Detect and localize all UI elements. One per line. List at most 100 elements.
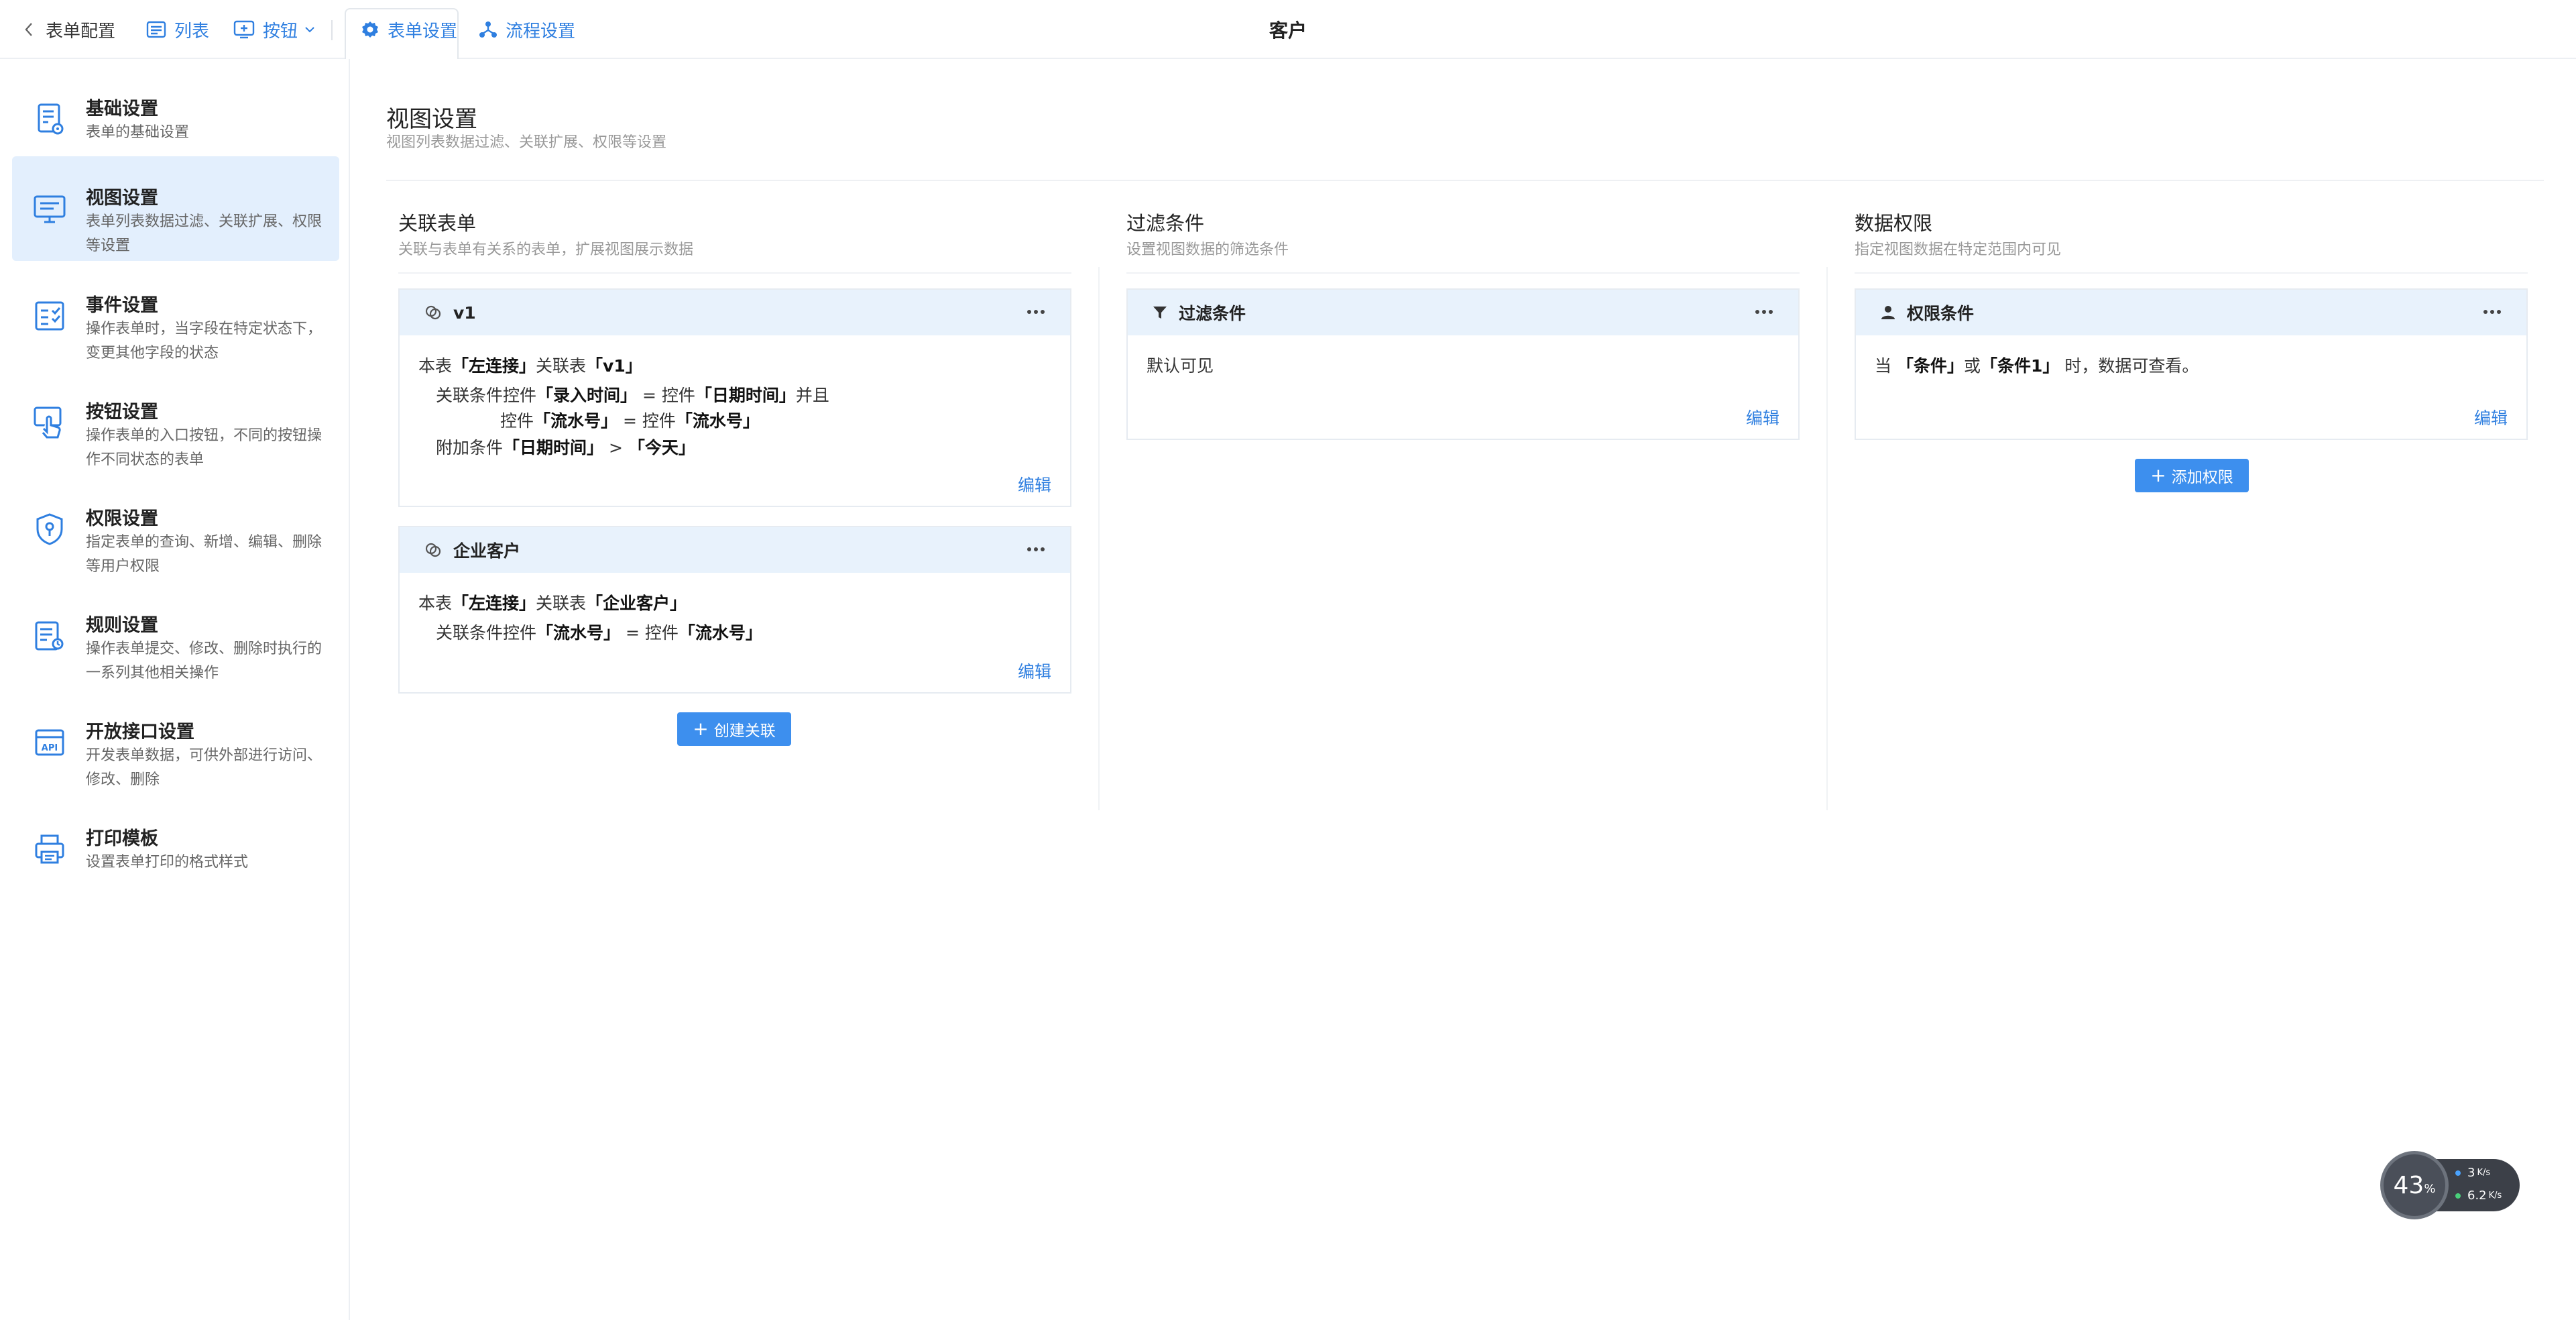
sidebar-item-desc: 指定表单的查询、新增、编辑、删除等用户权限: [86, 534, 323, 575]
more-icon[interactable]: [1024, 302, 1047, 322]
upload-value: 3: [2467, 1166, 2475, 1180]
download-value: 6.2: [2467, 1189, 2487, 1203]
permission-rule-text: 当 「条件」或「条件1」 时，数据可查看。: [1875, 353, 2199, 377]
filter-icon: [1152, 305, 1168, 321]
section-divider: [1126, 272, 1800, 274]
settings-sidebar: 基础设置 表单的基础设置 视图设置 表单列表数据过滤、关联扩展、权限等设置 事件…: [0, 59, 350, 1320]
text: >: [603, 438, 628, 457]
page-title: 视图设置: [386, 106, 477, 133]
relation-card-title: 企业客户: [453, 541, 521, 561]
top-bar: 表单配置 列表 按钮 表单设置 流程设置 客户: [0, 0, 2576, 59]
relation-card-title: v1: [453, 302, 476, 323]
sidebar-item-print-template[interactable]: 打印模板 设置表单打印的格式样式: [12, 797, 339, 901]
sidebar-item-permission[interactable]: 权限设置 指定表单的查询、新增、编辑、删除等用户权限: [12, 477, 339, 582]
rule-icon: [31, 617, 68, 655]
sidebar-item-open-api[interactable]: API 开放接口设置 开发表单数据，可供外部进行访问、修改、删除: [12, 690, 339, 795]
more-icon[interactable]: [1024, 539, 1047, 559]
upload-unit: K/s: [2477, 1168, 2491, 1178]
sidebar-item-title: 按钮设置: [86, 402, 158, 423]
sidebar-item-desc: 设置表单打印的格式样式: [86, 854, 249, 871]
bold-text: 「流水号」: [675, 411, 760, 431]
sidebar-item-view[interactable]: 视图设置 表单列表数据过滤、关联扩展、权限等设置: [12, 156, 339, 261]
relation-card-header: 企业客户: [400, 527, 1070, 573]
bold-text: 「条件」: [1896, 356, 1964, 376]
usage-percent-unit: %: [2424, 1181, 2436, 1196]
more-icon[interactable]: [2481, 302, 2504, 322]
bold-text: 「流水号」: [536, 623, 621, 643]
relation-card: v1 本表「左连接」关联表「v1」 关联条件控件「录入时间」 = 控件「日期时间…: [398, 288, 1071, 507]
text: 关联条件控件: [436, 386, 537, 405]
network-monitor-widget[interactable]: 3 K/s 6.2 K/s 43%: [2380, 1151, 2520, 1219]
permission-card-header: 权限条件: [1856, 290, 2526, 335]
sidebar-item-title: 基础设置: [86, 99, 158, 119]
bold-text: 「流水号」: [678, 623, 762, 643]
shield-icon: [31, 510, 68, 548]
text: 本表: [418, 594, 453, 613]
link-icon: [424, 541, 443, 559]
permissions-subtitle: 指定视图数据在特定范围内可见: [1855, 241, 2062, 258]
column-divider: [1826, 267, 1828, 810]
api-icon: API: [31, 724, 68, 761]
hand-click-icon: [31, 404, 68, 441]
edit-link[interactable]: 编辑: [1018, 659, 1051, 683]
relation-line: 本表「左连接」关联表「企业客户」: [418, 590, 687, 614]
sidebar-item-desc: 操作表单时，当字段在特定状态下，变更其他字段的状态: [86, 321, 323, 362]
download-speed: 6.2 K/s: [2455, 1189, 2502, 1203]
text: 本表: [418, 356, 453, 376]
sidebar-item-button[interactable]: 按钮设置 操作表单的入口按钮，不同的按钮操作不同状态的表单: [12, 370, 339, 475]
sidebar-item-title: 规则设置: [86, 615, 158, 636]
column-divider: [1098, 267, 1100, 810]
svg-text:API: API: [42, 743, 58, 753]
bold-text: 「v1」: [586, 356, 642, 376]
printer-icon: [31, 830, 68, 868]
user-icon: [1880, 305, 1896, 321]
sidebar-item-desc: 表单的基础设置: [86, 124, 190, 141]
edit-link[interactable]: 编辑: [1018, 472, 1051, 496]
filters-title: 过滤条件: [1126, 212, 1205, 235]
relations-title: 关联表单: [398, 212, 477, 235]
usage-percent: 43: [2393, 1171, 2424, 1199]
bold-text: 「左连接」: [452, 594, 536, 613]
text: 关联条件控件: [436, 623, 537, 643]
bold-text: 「录入时间」: [536, 386, 638, 405]
filter-default-text: 默认可见: [1147, 356, 1214, 376]
upload-speed: 3 K/s: [2455, 1166, 2490, 1180]
download-dot-icon: [2455, 1193, 2461, 1199]
link-icon: [424, 303, 443, 322]
sidebar-item-desc: 操作表单的入口按钮，不同的按钮操作不同状态的表单: [86, 427, 323, 468]
relations-subtitle: 关联与表单有关系的表单，扩展视图展示数据: [398, 241, 694, 258]
monitor-icon: [31, 190, 68, 227]
page-subtitle: 视图列表数据过滤、关联扩展、权限等设置: [386, 134, 667, 151]
event-icon: [31, 297, 68, 335]
text: 关联表: [536, 356, 587, 376]
relation-line: 本表「左连接」关联表「v1」: [418, 353, 642, 377]
relation-line: 附加条件「日期时间」 > 「今天」: [436, 435, 695, 459]
create-relation-button[interactable]: + 创建关联: [677, 712, 791, 746]
upload-dot-icon: [2455, 1170, 2461, 1176]
edit-link[interactable]: 编辑: [2474, 405, 2508, 429]
page-header-title: 客户: [1269, 19, 1307, 42]
bold-text: 「企业客户」: [586, 594, 687, 613]
sidebar-item-desc: 开发表单数据，可供外部进行访问、修改、删除: [86, 747, 323, 788]
sidebar-item-rule[interactable]: 规则设置 操作表单提交、修改、删除时执行的一系列其他相关操作: [12, 584, 339, 688]
filter-card-title: 过滤条件: [1179, 304, 1246, 323]
sidebar-item-desc: 操作表单提交、修改、删除时执行的一系列其他相关操作: [86, 641, 323, 681]
permissions-title: 数据权限: [1855, 212, 1933, 235]
bold-text: 「流水号」: [534, 411, 618, 431]
bold-text: 「日期时间」: [503, 438, 604, 457]
sidebar-item-title: 打印模板: [86, 828, 158, 849]
edit-link[interactable]: 编辑: [1746, 405, 1779, 429]
add-permission-button[interactable]: + 添加权限: [2135, 459, 2249, 492]
text: 时，数据可查看。: [2064, 356, 2199, 376]
relation-line: 关联条件控件「录入时间」 = 控件「日期时间」并且: [436, 382, 829, 406]
relation-card-header: v1: [400, 290, 1070, 335]
relation-card: 企业客户 本表「左连接」关联表「企业客户」 关联条件控件「流水号」 = 控件「流…: [398, 526, 1071, 694]
section-divider: [398, 272, 1071, 274]
sidebar-item-title: 开放接口设置: [86, 722, 194, 742]
more-icon[interactable]: [1753, 302, 1775, 322]
bold-text: 「日期时间」: [695, 386, 796, 405]
sidebar-item-event[interactable]: 事件设置 操作表单时，当字段在特定状态下，变更其他字段的状态: [12, 264, 339, 368]
section-divider: [1855, 272, 2528, 274]
sidebar-item-title: 视图设置: [86, 188, 158, 209]
text: 关联表: [536, 594, 587, 613]
